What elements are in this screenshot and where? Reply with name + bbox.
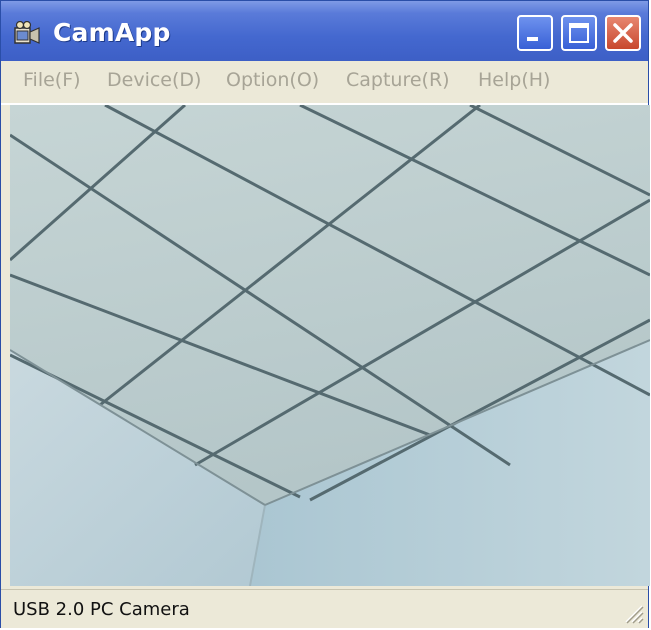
minimize-button[interactable] bbox=[517, 15, 553, 51]
menu-file[interactable]: File(F) bbox=[23, 69, 81, 91]
window-title: CamApp bbox=[53, 18, 171, 47]
menu-device[interactable]: Device(D) bbox=[107, 69, 201, 91]
camapp-window: CamApp File(F) Device(D) Option(O) Captu… bbox=[0, 0, 650, 628]
minimize-icon bbox=[527, 37, 538, 41]
status-bar: USB 2.0 PC Camera bbox=[1, 589, 648, 628]
camera-preview bbox=[10, 105, 650, 586]
menu-capture[interactable]: Capture(R) bbox=[346, 69, 450, 91]
resize-grip-icon[interactable] bbox=[622, 602, 644, 624]
title-bar[interactable]: CamApp bbox=[1, 1, 648, 61]
close-icon bbox=[613, 23, 633, 43]
menu-option[interactable]: Option(O) bbox=[226, 69, 319, 91]
camera-app-icon bbox=[14, 21, 40, 44]
menu-help[interactable]: Help(H) bbox=[478, 69, 550, 91]
status-text: USB 2.0 PC Camera bbox=[13, 599, 190, 620]
menu-bar: File(F) Device(D) Option(O) Capture(R) H… bbox=[1, 61, 648, 105]
close-button[interactable] bbox=[605, 15, 641, 51]
camera-feed-image bbox=[10, 105, 650, 586]
maximize-button[interactable] bbox=[561, 15, 597, 51]
maximize-icon bbox=[569, 23, 589, 43]
